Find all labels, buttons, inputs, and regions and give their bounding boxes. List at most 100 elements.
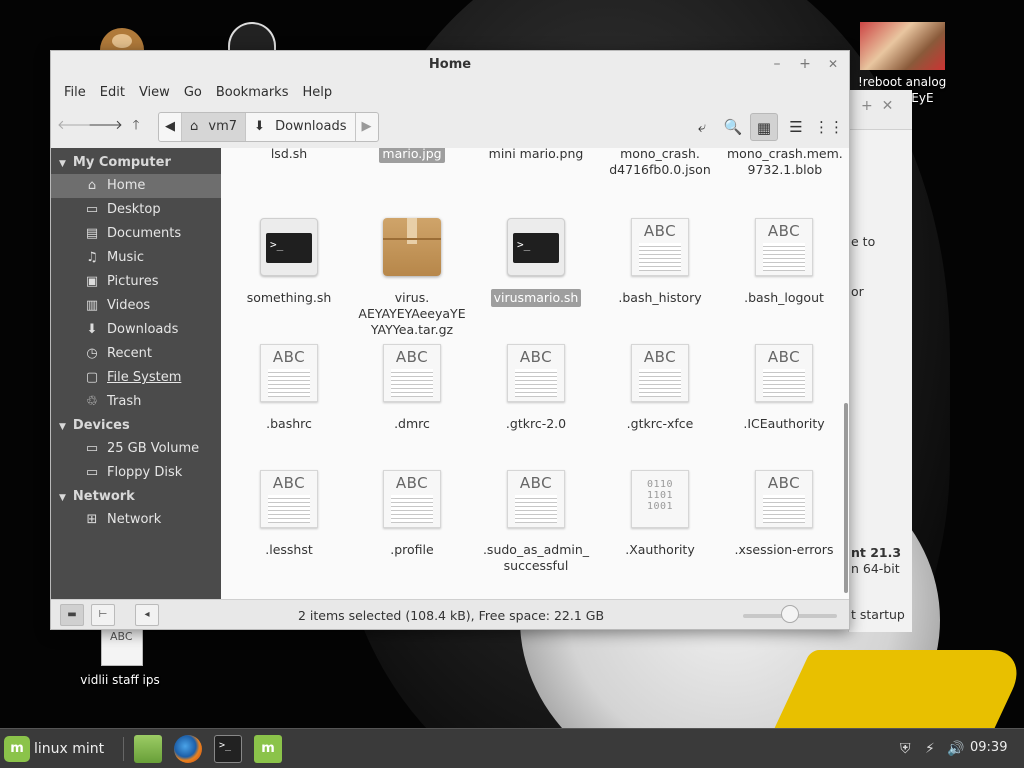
statusbar: ▬ ⊢ ◂ 2 items selected (108.4 kB), Free …: [51, 599, 849, 629]
file-item[interactable]: ABC .gtkrc-xfce: [600, 344, 720, 433]
breadcrumb-left-arrow[interactable]: ◀: [159, 113, 182, 141]
file-grid[interactable]: lsd.sh mario.jpg mini mario.png mono_crash.…: [221, 148, 849, 599]
hide-sidebar-button[interactable]: ◂: [135, 604, 159, 626]
maximize-button[interactable]: +: [796, 55, 814, 73]
zoom-slider-handle[interactable]: [781, 605, 799, 623]
menu-help[interactable]: Help: [295, 85, 339, 100]
sidebar-section-network[interactable]: ▼ Network: [51, 485, 221, 508]
start-menu-button[interactable]: m linux mint: [4, 735, 104, 763]
background-window[interactable]: + ✕ e to or nt 21.3 n 64-bit t startup: [848, 90, 912, 632]
sidebar-item-trash[interactable]: ♲ Trash: [51, 390, 221, 414]
compact-view-button[interactable]: ⋮⋮: [814, 113, 844, 141]
scrollbar[interactable]: [844, 148, 850, 599]
clock[interactable]: 09:39: [970, 740, 1007, 755]
file-item[interactable]: ABC .xsession-errors: [724, 470, 844, 559]
file-item[interactable]: ABC .sudo_as_admin_ successful: [476, 470, 596, 575]
file-item[interactable]: ABC .bash_logout: [724, 218, 844, 307]
sidebar-item-documents[interactable]: ▤ Documents: [51, 222, 221, 246]
text-file-icon: ABC: [507, 344, 565, 402]
breadcrumb-downloads[interactable]: ⬇ Downloads: [246, 113, 356, 141]
file-name: virusmario.sh: [490, 289, 582, 307]
start-menu-label: linux mint: [34, 741, 105, 757]
sidebar-item-label: Pictures: [107, 274, 159, 289]
icon-view-button[interactable]: ▦: [750, 113, 778, 141]
text-lines: [515, 369, 557, 397]
sidebar-item-videos[interactable]: ▥ Videos: [51, 294, 221, 318]
vidlii-label[interactable]: vidlii staff ips: [70, 673, 170, 687]
file-name: .Xauthority: [625, 542, 695, 557]
shield-icon[interactable]: ⛨: [900, 741, 911, 757]
firefox-launcher-icon[interactable]: [174, 735, 202, 763]
menu-edit[interactable]: Edit: [93, 85, 132, 100]
sidebar-item-downloads[interactable]: ⬇ Downloads: [51, 318, 221, 342]
file-item[interactable]: >_ something.sh: [229, 218, 349, 307]
file-item[interactable]: virus. AEYAYEYAeeyaYE YAYYea.tar.gz: [352, 218, 472, 339]
list-view-button[interactable]: ☰: [782, 113, 810, 141]
file-item[interactable]: lsd.sh: [229, 148, 349, 163]
obs-app-icon[interactable]: [228, 22, 276, 52]
menu-file[interactable]: File: [57, 85, 93, 100]
sidebar: ▼ My Computer ⌂ Home ▭ Desktop ▤ Documents ♫ Musi…: [51, 148, 221, 599]
file-item[interactable]: ABC .lesshst: [229, 470, 349, 559]
sidebar-item-desktop[interactable]: ▭ Desktop: [51, 198, 221, 222]
back-button[interactable]: 🡐: [57, 113, 92, 139]
network-disconnected-icon[interactable]: ⚡: [925, 741, 935, 757]
file-item[interactable]: mono_crash.mem. 9732.1.blob: [724, 148, 844, 179]
scrollbar-thumb[interactable]: [844, 403, 848, 593]
reboot-analog-thumbnail-icon[interactable]: [860, 22, 945, 70]
vidlii-document-icon[interactable]: ABC: [101, 626, 143, 666]
sidebar-item-home[interactable]: ⌂ Home: [51, 174, 221, 198]
sidebar-item-25-gb-volume[interactable]: ▭ 25 GB Volume: [51, 437, 221, 461]
volume-icon[interactable]: 🔊: [947, 741, 964, 757]
terminal-launcher-icon[interactable]: >_: [214, 735, 242, 763]
menu-bookmarks[interactable]: Bookmarks: [209, 85, 296, 100]
sidebar-item-recent[interactable]: ◷ Recent: [51, 342, 221, 366]
background-window-titlebar[interactable]: + ✕: [849, 90, 912, 130]
show-places-button[interactable]: ▬: [60, 604, 84, 626]
file-item[interactable]: ABC .profile: [352, 470, 472, 559]
file-item[interactable]: mario.jpg: [352, 148, 472, 163]
titlebar[interactable]: Home – + ✕: [51, 51, 849, 79]
breadcrumb-home[interactable]: ⌂ vm7: [182, 113, 247, 141]
file-manager-window[interactable]: Home – + ✕ File Edit View Go Bookmarks H…: [50, 50, 850, 630]
file-item[interactable]: mono_crash. d4716fb0.0.json: [600, 148, 720, 179]
archive-package-icon: [383, 218, 441, 276]
sidebar-item-floppy-disk[interactable]: ▭ Floppy Disk: [51, 461, 221, 485]
sidebar-item-label: Desktop: [107, 202, 161, 217]
file-item[interactable]: mini mario.png: [476, 148, 596, 163]
minimize-button[interactable]: –: [768, 55, 786, 73]
file-item[interactable]: ABC .bash_history: [600, 218, 720, 307]
file-item[interactable]: 0110 1101 1001 .Xauthority: [600, 470, 720, 559]
file-item[interactable]: ABC .dmrc: [352, 344, 472, 433]
text-lines: [763, 243, 805, 271]
file-item[interactable]: ABC .ICEauthority: [724, 344, 844, 433]
sidebar-item-network[interactable]: ⊞ Network: [51, 508, 221, 532]
up-button[interactable]: 🡑: [121, 113, 151, 139]
file-name: .profile: [390, 542, 434, 557]
floppy-icon: ▭: [85, 465, 99, 480]
close-button[interactable]: ✕: [824, 55, 842, 73]
toolbar: 🡐 🡒 🡑 ◀ ⌂ vm7 ⬇ Downloads ▶ ⤶ 🔍 ▦ ☰ ⋮⋮: [51, 105, 849, 147]
sidebar-section-my-computer[interactable]: ▼ My Computer: [51, 151, 221, 174]
file-item[interactable]: >_ virusmario.sh: [476, 218, 596, 307]
sidebar-section-devices[interactable]: ▼ Devices: [51, 414, 221, 437]
terminal-screen: >_: [513, 233, 559, 263]
file-name: .xsession-errors: [734, 542, 834, 557]
sidebar-item-music[interactable]: ♫ Music: [51, 246, 221, 270]
sidebar-section-header: My Computer: [72, 155, 171, 170]
text-lines: [763, 369, 805, 397]
mintupdate-launcher-icon[interactable]: m: [254, 735, 282, 763]
sidebar-item-file-system[interactable]: ▢ File System: [51, 366, 221, 390]
show-tree-button[interactable]: ⊢: [91, 604, 115, 626]
file-item[interactable]: ABC .bashrc: [229, 344, 349, 433]
breadcrumb-right-arrow[interactable]: ▶: [356, 113, 378, 141]
files-launcher-icon[interactable]: [134, 735, 162, 763]
sidebar-item-pictures[interactable]: ▣ Pictures: [51, 270, 221, 294]
search-button[interactable]: 🔍: [719, 113, 747, 141]
forward-button[interactable]: 🡒: [88, 113, 123, 139]
file-item[interactable]: ABC .gtkrc-2.0: [476, 344, 596, 433]
breadcrumb-downloads-label: Downloads: [275, 119, 347, 134]
menu-view[interactable]: View: [132, 85, 177, 100]
toggle-location-button[interactable]: ⤶: [688, 113, 716, 141]
menu-go[interactable]: Go: [177, 85, 209, 100]
